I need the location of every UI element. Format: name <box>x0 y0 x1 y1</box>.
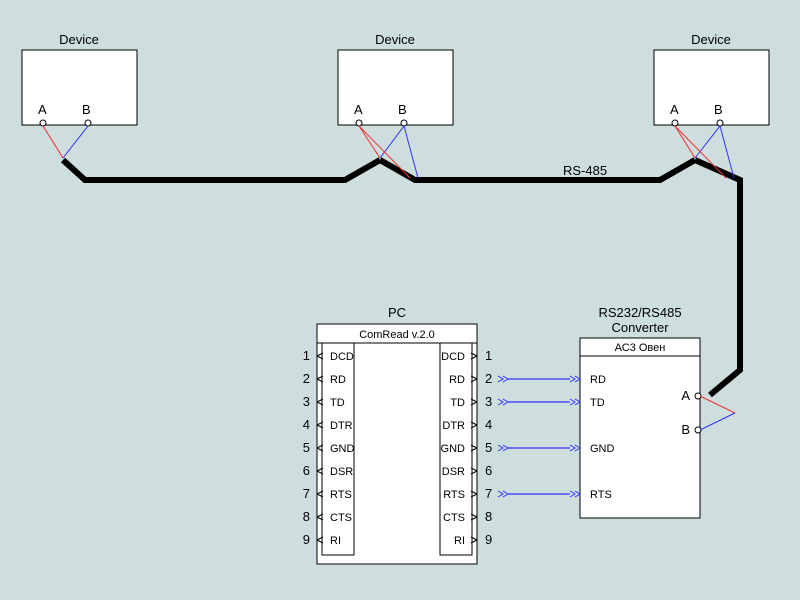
svg-text:RD: RD <box>449 374 465 386</box>
device-2: Device A B <box>338 32 453 126</box>
device-1-port-a <box>40 120 46 126</box>
svg-text:RI: RI <box>454 535 465 547</box>
svg-text:DCD: DCD <box>441 351 465 363</box>
svg-text:3: 3 <box>303 394 310 409</box>
svg-text:4: 4 <box>485 417 492 432</box>
svg-text:DSR: DSR <box>330 466 353 478</box>
svg-text:DTR: DTR <box>330 420 353 432</box>
svg-text:TD: TD <box>590 397 605 409</box>
device-2-port-a-label: A <box>354 102 363 117</box>
svg-text:TD: TD <box>450 397 465 409</box>
device-1-port-b-label: B <box>82 102 91 117</box>
svg-text:1: 1 <box>303 348 310 363</box>
svg-text:CTS: CTS <box>443 512 465 524</box>
svg-text:DSR: DSR <box>442 466 465 478</box>
svg-text:5: 5 <box>303 440 310 455</box>
converter-drops <box>700 396 735 430</box>
svg-text:2: 2 <box>485 371 492 386</box>
device-3-port-b <box>717 120 723 126</box>
svg-text:7: 7 <box>303 486 310 501</box>
device-3-port-a-label: A <box>670 102 679 117</box>
device-1: Device A B <box>22 32 137 126</box>
svg-text:8: 8 <box>303 509 310 524</box>
svg-text:RTS: RTS <box>590 489 612 501</box>
svg-text:1: 1 <box>485 348 492 363</box>
converter-port-a-label: A <box>681 388 690 403</box>
pc-title: PC <box>388 305 406 320</box>
converter-title-line1: RS232/RS485 <box>598 305 681 320</box>
device-2-port-b <box>401 120 407 126</box>
device-3-port-b-label: B <box>714 102 723 117</box>
svg-text:7: 7 <box>485 486 492 501</box>
pc-subtitle: ComRead v.2.0 <box>359 329 435 341</box>
converter-block: RS232/RS485 Converter АС3 Овен RD TD GND… <box>570 305 701 518</box>
svg-text:6: 6 <box>303 463 310 478</box>
svg-text:9: 9 <box>303 532 310 547</box>
device-3: Device A B <box>654 32 769 126</box>
svg-text:RI: RI <box>330 535 341 547</box>
svg-text:DCD: DCD <box>330 351 354 363</box>
pc-out-chevrons <box>498 376 508 497</box>
svg-text:6: 6 <box>485 463 492 478</box>
svg-text:CTS: CTS <box>330 512 352 524</box>
device-drops <box>43 126 734 178</box>
converter-title-line2: Converter <box>611 320 669 335</box>
device-1-port-a-label: A <box>38 102 47 117</box>
svg-text:GND: GND <box>441 443 466 455</box>
svg-text:3: 3 <box>485 394 492 409</box>
svg-text:2: 2 <box>303 371 310 386</box>
svg-text:4: 4 <box>303 417 310 432</box>
svg-text:5: 5 <box>485 440 492 455</box>
device-3-port-a <box>672 120 678 126</box>
svg-text:GND: GND <box>330 443 355 455</box>
serial-cable <box>508 379 570 494</box>
device-2-port-a <box>356 120 362 126</box>
converter-port-b-label: B <box>681 422 690 437</box>
svg-text:RD: RD <box>330 374 346 386</box>
rs485-bus-label: RS-485 <box>563 163 607 178</box>
converter-subtitle: АС3 Овен <box>615 342 666 354</box>
svg-text:TD: TD <box>330 397 345 409</box>
svg-text:GND: GND <box>590 443 615 455</box>
device-2-title: Device <box>375 32 415 47</box>
device-3-title: Device <box>691 32 731 47</box>
svg-text:RTS: RTS <box>330 489 352 501</box>
svg-text:9: 9 <box>485 532 492 547</box>
device-1-port-b <box>85 120 91 126</box>
svg-text:8: 8 <box>485 509 492 524</box>
svg-text:RTS: RTS <box>443 489 465 501</box>
svg-text:RD: RD <box>590 374 606 386</box>
wiring-diagram: Device A B Device A B Device A B RS-485 <box>0 0 800 600</box>
svg-text:DTR: DTR <box>442 420 465 432</box>
device-1-title: Device <box>59 32 99 47</box>
pc-block: PC ComRead v.2.0 <box>317 305 477 564</box>
device-2-port-b-label: B <box>398 102 407 117</box>
